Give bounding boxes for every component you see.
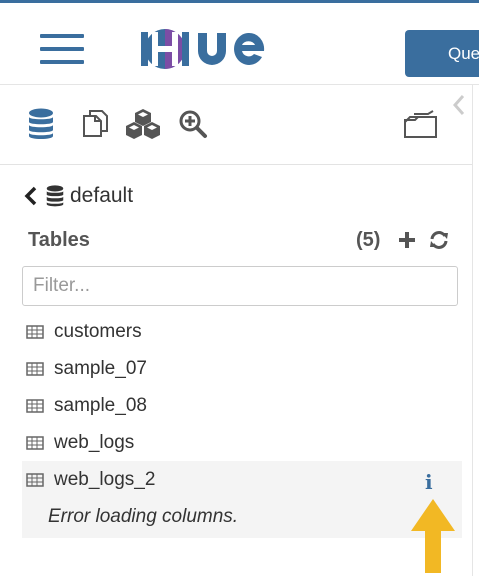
error-message: Error loading columns. (48, 506, 239, 527)
filter-input[interactable] (22, 266, 458, 306)
documents-icon[interactable] (80, 108, 110, 138)
table-row[interactable]: sample_08 (22, 388, 462, 424)
database-icon (46, 185, 64, 207)
database-icon[interactable] (28, 108, 54, 140)
table-icon (26, 473, 44, 487)
refresh-icon[interactable] (428, 230, 450, 250)
tables-header: Tables (28, 229, 90, 251)
chevron-left-icon[interactable] (24, 186, 38, 206)
plus-icon[interactable] (398, 231, 416, 249)
header-divider (0, 84, 479, 85)
table-name: sample_07 (54, 358, 147, 379)
table-icon (26, 399, 44, 413)
query-button[interactable]: Query (405, 30, 479, 77)
info-icon[interactable]: i (425, 470, 433, 494)
table-name: web_logs (54, 432, 135, 453)
hue-logo[interactable] (138, 21, 298, 77)
panel-divider[interactable] (472, 84, 473, 576)
breadcrumb[interactable]: default (24, 182, 133, 210)
table-row-selected[interactable]: web_logs_2 (22, 461, 462, 499)
zoom-in-icon[interactable] (178, 109, 208, 139)
table-name: customers (54, 321, 142, 342)
tables-count: (5) (356, 229, 381, 251)
table-row[interactable]: sample_07 (22, 351, 462, 387)
table-row[interactable]: web_logs (22, 425, 462, 461)
table-name: sample_08 (54, 395, 147, 416)
table-row[interactable]: customers (22, 314, 462, 350)
cubes-icon[interactable] (124, 108, 162, 140)
table-name: web_logs_2 (54, 469, 156, 490)
table-icon (26, 362, 44, 376)
table-icon (26, 325, 44, 339)
assist-icon-bar (0, 88, 472, 165)
hamburger-menu-icon[interactable] (40, 34, 84, 66)
table-icon (26, 436, 44, 450)
arrow-up-icon (411, 499, 455, 573)
top-navigation-bar: Query (0, 0, 479, 83)
database-name: default (70, 184, 134, 207)
folder-icon[interactable] (402, 108, 442, 140)
